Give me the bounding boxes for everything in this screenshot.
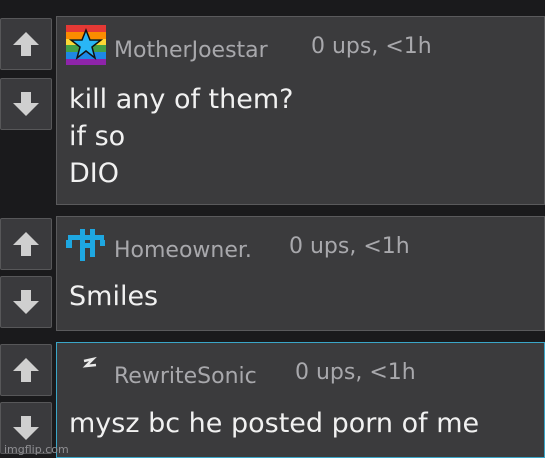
upvote-button[interactable]: [0, 344, 52, 396]
comment-body: MotherJoestar 0 ups, <1h kill any of the…: [56, 16, 545, 205]
comment-text-line: if so: [69, 121, 126, 152]
comment-2: Homeowner. 0 ups, <1h Smiles: [0, 216, 545, 331]
comment-3: RewriteSonic 0 ups, <1h mysz bc he poste…: [0, 342, 545, 458]
comment-text-line: kill any of them?: [69, 84, 294, 115]
comment-meta: 0 ups, <1h: [289, 234, 410, 259]
rainbow-star-avatar-icon[interactable]: [66, 25, 106, 65]
downvote-button[interactable]: [0, 78, 52, 130]
lightning-avatar-icon[interactable]: [66, 351, 106, 391]
username[interactable]: MotherJoestar: [114, 38, 268, 63]
blue-pixel-avatar-icon[interactable]: [66, 225, 106, 265]
upvote-button[interactable]: [0, 218, 52, 270]
upvote-button[interactable]: [0, 18, 52, 70]
comment-text-line: DIO: [69, 158, 120, 189]
comment-body: RewriteSonic 0 ups, <1h mysz bc he poste…: [56, 342, 545, 458]
up-arrow-icon: [13, 32, 39, 56]
down-arrow-icon: [13, 416, 39, 440]
watermark: imgflip.com: [4, 443, 69, 456]
comment-text-line: mysz bc he posted porn of me: [69, 408, 480, 439]
comment-body: Homeowner. 0 ups, <1h Smiles: [56, 216, 545, 331]
downvote-button[interactable]: [0, 276, 52, 328]
username[interactable]: Homeowner.: [114, 238, 252, 263]
comment-1: MotherJoestar 0 ups, <1h kill any of the…: [0, 16, 545, 205]
down-arrow-icon: [13, 290, 39, 314]
comment-meta: 0 ups, <1h: [295, 360, 416, 385]
down-arrow-icon: [13, 92, 39, 116]
up-arrow-icon: [13, 232, 39, 256]
username[interactable]: RewriteSonic: [114, 364, 257, 389]
comment-meta: 0 ups, <1h: [311, 34, 432, 59]
up-arrow-icon: [13, 358, 39, 382]
comment-text-line: Smiles: [69, 281, 159, 312]
